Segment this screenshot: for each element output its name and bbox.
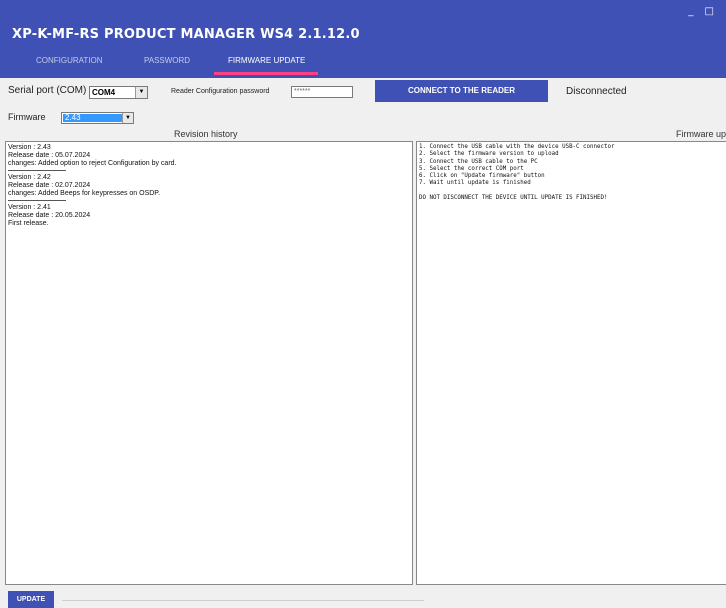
revision-entry: Version : 2.42 Release date : 02.07.2024… [8,174,410,201]
firmware-label: Firmware [8,112,46,122]
firmware-selected-value: 2.43 [63,114,123,122]
update-progress-bar [62,600,424,601]
revision-date: Release date : 20.05.2024 [8,212,91,219]
instruction-line: 6. Click on "Update firmware" button [419,173,545,180]
instruction-line: 1. Connect the USB cable with the device… [419,144,615,150]
firmware-select[interactable]: 2.43 ▼ [61,112,134,124]
chevron-down-icon[interactable]: ▼ [122,113,133,123]
instructions-text: 1. Connect the USB cable with the device… [419,144,614,202]
revision-version: Version : 2.41 [8,204,51,211]
serial-port-value: COM4 [92,88,116,97]
instruction-warning: DO NOT DISCONNECT THE DEVICE UNTIL UPDAT… [419,194,608,201]
instruction-line: 3. Connect the USB cable to the PC [419,158,538,165]
password-label: Reader Configuration password [171,88,270,95]
revision-history-panel[interactable]: Version : 2.43 Release date : 05.07.2024… [5,141,413,585]
revision-version: Version : 2.43 [8,144,51,151]
tab-firmware-update[interactable]: FIRMWARE UPDATE [228,56,305,65]
revision-changes: changes: Added Beeps for keypresses on O… [8,190,161,197]
firmware-instructions-header: Firmware up [676,129,726,139]
serial-port-select[interactable]: COM4 ▼ [89,86,148,99]
revision-date: Release date : 05.07.2024 [8,152,91,159]
app-title: XP-K-MF-RS PRODUCT MANAGER WS4 2.1.12.0 [12,27,360,42]
instruction-line: 7. Wait until update is finished [419,180,531,187]
window-controls[interactable]: _ □ [688,6,718,17]
connect-button[interactable]: CONNECT TO THE READER [375,80,548,102]
revision-version: Version : 2.42 [8,174,51,181]
password-input[interactable]: ****** [291,86,353,98]
revision-entry: Version : 2.41 Release date : 20.05.2024… [8,204,410,228]
update-button[interactable]: UPDATE [8,591,54,608]
connection-status: Disconnected [566,86,627,97]
revision-divider [8,200,66,201]
serial-port-label: Serial port (COM) [8,85,87,96]
revision-divider [8,170,66,171]
chevron-down-icon[interactable]: ▼ [135,87,147,98]
revision-history-header: Revision history [174,129,238,139]
instruction-line: 2. Select the firmware version to upload [419,151,559,158]
tab-password[interactable]: PASSWORD [144,56,190,65]
firmware-instructions-panel[interactable]: 1. Connect the USB cable with the device… [416,141,726,585]
instruction-line [419,188,614,195]
revision-entry: Version : 2.43 Release date : 05.07.2024… [8,144,410,171]
revision-changes: changes: Added option to reject Configur… [8,160,177,167]
revision-date: Release date : 02.07.2024 [8,182,91,189]
instruction-line: 5. Select the correct COM port [419,165,524,172]
tab-configuration[interactable]: CONFIGURATION [36,56,103,65]
title-bar: _ □ XP-K-MF-RS PRODUCT MANAGER WS4 2.1.1… [0,0,726,78]
revision-changes: First release. [8,220,49,227]
active-tab-indicator [214,72,318,75]
revision-list: Version : 2.43 Release date : 05.07.2024… [8,144,410,228]
